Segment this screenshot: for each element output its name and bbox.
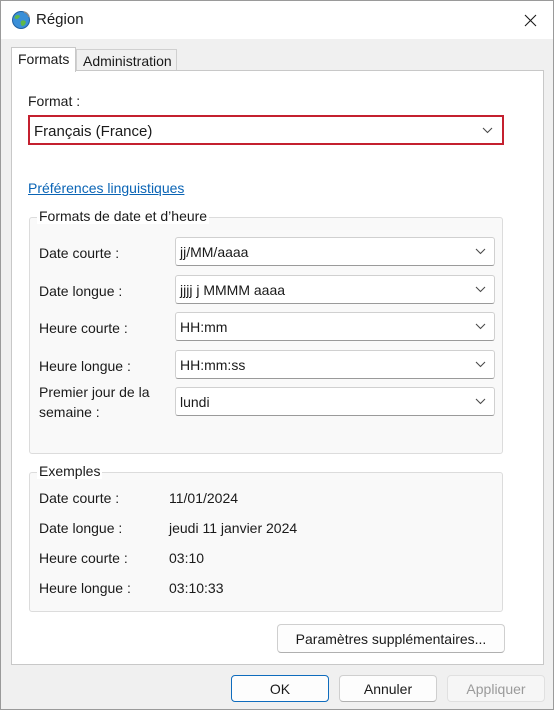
additional-settings-button[interactable]: Paramètres supplémentaires... bbox=[277, 624, 505, 653]
example-long-time-value: 03:10:33 bbox=[169, 580, 224, 596]
short-date-label: Date courte : bbox=[39, 245, 120, 261]
example-short-time-label: Heure courte : bbox=[39, 550, 128, 566]
example-long-date-value: jeudi 11 janvier 2024 bbox=[169, 520, 298, 536]
long-time-dropdown[interactable]: HH:mm:ss bbox=[175, 350, 495, 379]
long-date-label: Date longue : bbox=[39, 283, 123, 299]
short-date-value: jj/MM/aaaa bbox=[180, 244, 249, 260]
globe-icon bbox=[11, 10, 31, 30]
short-time-value: HH:mm bbox=[180, 319, 228, 335]
first-day-value: lundi bbox=[180, 394, 210, 410]
long-date-value: jjjj j MMMM aaaa bbox=[180, 282, 286, 298]
language-preferences-link[interactable]: Préférences linguistiques bbox=[28, 180, 184, 196]
apply-button[interactable]: Appliquer bbox=[447, 675, 545, 702]
close-icon bbox=[524, 14, 536, 26]
example-short-date-value: 11/01/2024 bbox=[169, 490, 239, 506]
long-date-dropdown[interactable]: jjjj j MMMM aaaa bbox=[175, 275, 495, 304]
examples-title: Exemples bbox=[37, 463, 103, 479]
first-day-dropdown[interactable]: lundi bbox=[175, 387, 495, 416]
close-button[interactable] bbox=[507, 1, 553, 39]
example-short-date-label: Date courte : bbox=[39, 490, 120, 506]
example-short-time-value: 03:10 bbox=[169, 550, 205, 566]
region-dialog: Région Formats Administration Format : F… bbox=[0, 0, 554, 710]
date-time-formats-title: Formats de date et d’heure bbox=[37, 208, 210, 224]
format-dropdown-value: Français (France) bbox=[34, 123, 153, 140]
long-time-label: Heure longue : bbox=[39, 358, 131, 374]
format-label: Format : bbox=[28, 93, 81, 109]
first-day-label-line2: semaine : bbox=[39, 404, 100, 420]
format-dropdown[interactable]: Français (France) bbox=[28, 115, 504, 145]
long-time-value: HH:mm:ss bbox=[180, 357, 246, 373]
tab-administration[interactable]: Administration bbox=[76, 49, 177, 71]
short-date-dropdown[interactable]: jj/MM/aaaa bbox=[175, 237, 495, 266]
chevron-down-icon bbox=[475, 398, 486, 405]
title-bar: Région bbox=[1, 1, 553, 39]
chevron-down-icon bbox=[475, 286, 486, 293]
date-time-formats-group: Formats de date et d’heure Date courte :… bbox=[29, 208, 503, 454]
formats-panel: Format : Français (France) Préférences l… bbox=[11, 70, 544, 665]
chevron-down-icon bbox=[482, 127, 493, 134]
examples-group: Exemples Date courte : 11/01/2024 Date l… bbox=[29, 463, 503, 612]
example-long-date-label: Date longue : bbox=[39, 520, 123, 536]
example-long-time-label: Heure longue : bbox=[39, 580, 131, 596]
chevron-down-icon bbox=[475, 248, 486, 255]
window-title: Région bbox=[36, 11, 84, 28]
chevron-down-icon bbox=[475, 361, 486, 368]
tab-formats[interactable]: Formats bbox=[11, 47, 76, 72]
cancel-button[interactable]: Annuler bbox=[339, 675, 437, 702]
chevron-down-icon bbox=[475, 323, 486, 330]
short-time-label: Heure courte : bbox=[39, 320, 128, 336]
short-time-dropdown[interactable]: HH:mm bbox=[175, 312, 495, 341]
ok-button[interactable]: OK bbox=[231, 675, 329, 702]
first-day-label-line1: Premier jour de la bbox=[39, 384, 150, 400]
